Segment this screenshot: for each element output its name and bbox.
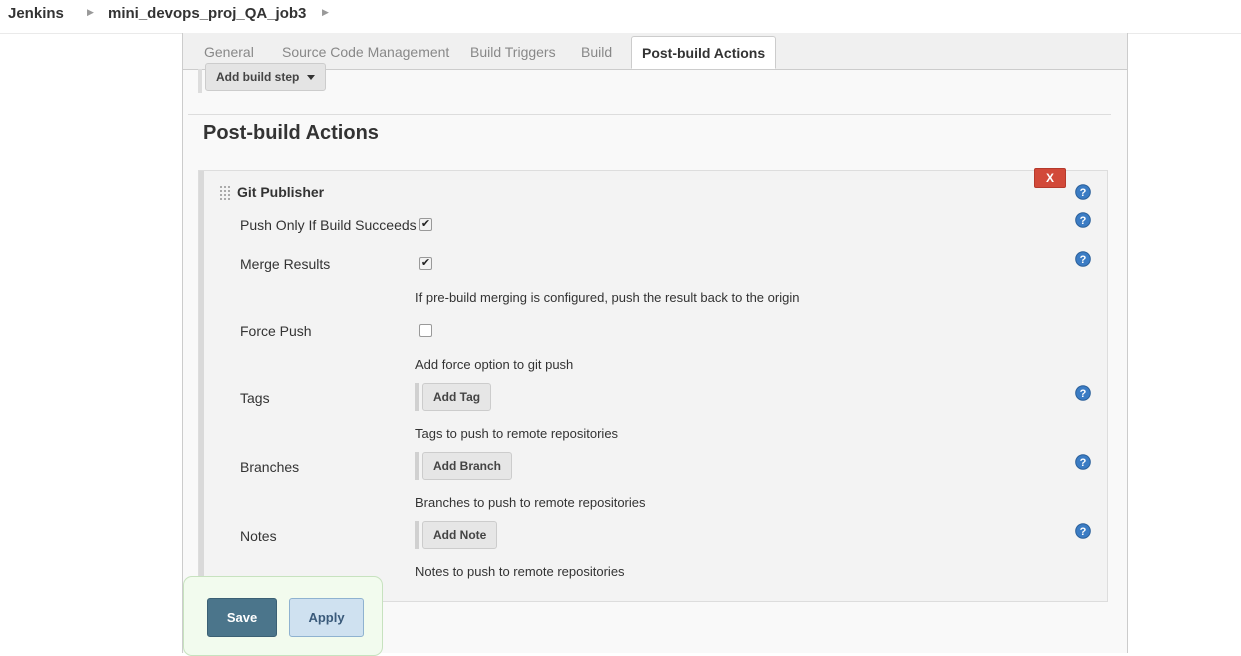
- notes-button-bar: [415, 521, 419, 549]
- add-build-step-label: Add build step: [216, 70, 300, 84]
- svg-text:?: ?: [1080, 457, 1087, 469]
- drag-handle-icon[interactable]: [220, 186, 230, 202]
- help-icon[interactable]: ?: [1075, 251, 1091, 267]
- section-divider: [188, 114, 1111, 115]
- merge-results-description: If pre-build merging is configured, push…: [415, 290, 800, 305]
- tags-label: Tags: [240, 390, 270, 406]
- notes-label: Notes: [240, 528, 277, 544]
- tab-build[interactable]: Build: [581, 44, 612, 60]
- git-publisher-section: Git Publisher X ? ? ? ? ? ? Push Only If…: [198, 168, 1108, 602]
- checkmark-icon: ✔: [420, 257, 431, 269]
- tags-description: Tags to push to remote repositories: [415, 426, 619, 441]
- branches-description: Branches to push to remote repositories: [415, 495, 646, 510]
- tags-button-bar: [415, 383, 419, 411]
- branches-label: Branches: [240, 459, 300, 475]
- tab-general[interactable]: General: [204, 44, 254, 60]
- breadcrumb: Jenkins ▶ mini_devops_proj_QA_job3 ▶: [0, 0, 1241, 34]
- force-push-label: Force Push: [240, 323, 312, 339]
- help-icon[interactable]: ?: [1075, 523, 1091, 539]
- git-publisher-left-bar: [199, 171, 204, 601]
- build-step-bar: [198, 69, 202, 93]
- tab-build-triggers[interactable]: Build Triggers: [470, 44, 556, 60]
- breadcrumb-jenkins[interactable]: Jenkins: [8, 5, 64, 22]
- save-button[interactable]: Save: [207, 598, 277, 637]
- delete-git-publisher-button[interactable]: X: [1034, 168, 1066, 188]
- force-push-description: Add force option to git push: [415, 357, 574, 372]
- merge-results-checkbox[interactable]: ✔: [419, 257, 432, 270]
- help-icon[interactable]: ?: [1075, 385, 1091, 401]
- add-note-button[interactable]: Add Note: [422, 521, 498, 549]
- config-panel: General Source Code Management Build Tri…: [182, 33, 1128, 653]
- add-branch-button[interactable]: Add Branch: [422, 452, 513, 480]
- help-icon[interactable]: ?: [1075, 454, 1091, 470]
- tab-post-build-actions[interactable]: Post-build Actions: [631, 36, 777, 69]
- svg-text:?: ?: [1080, 254, 1087, 266]
- help-icon[interactable]: ?: [1075, 212, 1091, 228]
- help-icon[interactable]: ?: [1075, 184, 1091, 200]
- chevron-right-icon[interactable]: ▶: [322, 7, 329, 18]
- add-build-step-button[interactable]: Add build step: [205, 63, 327, 91]
- svg-text:?: ?: [1080, 187, 1087, 199]
- tab-source-code-management[interactable]: Source Code Management: [282, 44, 449, 60]
- checkmark-icon: ✔: [420, 218, 431, 230]
- merge-results-label: Merge Results: [240, 256, 331, 272]
- chevron-right-icon: ▶: [87, 7, 94, 17]
- breadcrumb-job[interactable]: mini_devops_proj_QA_job3: [108, 5, 306, 22]
- save-apply-bar: Save Apply: [183, 576, 383, 656]
- caret-down-icon: [307, 75, 316, 81]
- push-only-checkbox[interactable]: ✔: [419, 218, 432, 231]
- git-publisher-title: Git Publisher: [237, 184, 325, 200]
- svg-text:?: ?: [1080, 388, 1087, 400]
- branches-button-bar: [415, 452, 419, 480]
- force-push-checkbox[interactable]: [419, 324, 432, 337]
- svg-text:?: ?: [1080, 526, 1087, 538]
- add-tag-button[interactable]: Add Tag: [422, 383, 492, 411]
- svg-text:?: ?: [1080, 215, 1087, 227]
- push-only-label: Push Only If Build Succeeds: [240, 217, 417, 233]
- notes-description: Notes to push to remote repositories: [415, 564, 625, 579]
- section-title: Post-build Actions: [203, 122, 379, 144]
- apply-button[interactable]: Apply: [289, 598, 364, 637]
